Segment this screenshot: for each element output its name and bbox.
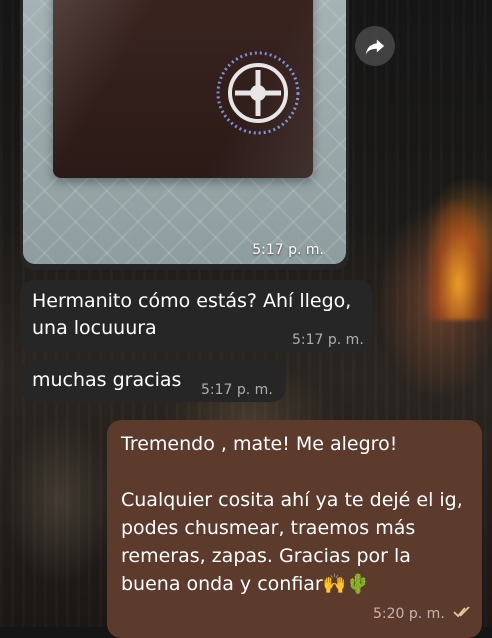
message-text-line: Cualquier cosita ahí ya te dejé el ig, bbox=[121, 489, 463, 511]
wallpaper-fire bbox=[425, 200, 492, 320]
incoming-message[interactable]: Hermanito cómo estás? Ahí llego, una loc… bbox=[20, 280, 373, 352]
message-text-line: Hermanito cómo estás? Ahí llego, bbox=[32, 290, 352, 312]
forward-button[interactable] bbox=[355, 26, 395, 66]
message-timestamp: 5:17 p. m. bbox=[201, 382, 273, 398]
shirt-in-bag bbox=[53, 0, 313, 178]
message-text-line: Tremendo , mate! Me alegro! bbox=[121, 433, 398, 455]
message-text-line: remeras, zapas. Gracias por la bbox=[121, 545, 411, 567]
incoming-message[interactable]: muchas gracias 5:17 p. m. bbox=[20, 360, 286, 402]
message-timestamp: 5:17 p. m. bbox=[292, 332, 364, 348]
photo-message-bubble[interactable]: 5:17 p. m. bbox=[20, 0, 349, 270]
double-check-icon bbox=[453, 606, 470, 618]
shirt-print-graphic bbox=[216, 51, 300, 135]
message-text-line: buena onda y confiar🙌🌵 bbox=[121, 573, 371, 595]
shirt-photo[interactable]: 5:17 p. m. bbox=[23, 0, 346, 264]
forward-arrow-icon bbox=[365, 39, 385, 55]
photo-timestamp: 5:17 p. m. bbox=[252, 242, 324, 258]
message-text-line bbox=[121, 458, 468, 486]
message-timestamp: 5:20 p. m. bbox=[373, 606, 445, 622]
message-text-line: podes chusmear, traemos más bbox=[121, 517, 416, 539]
outgoing-message[interactable]: Tremendo , mate! Me alegro! Cualquier co… bbox=[107, 420, 482, 638]
